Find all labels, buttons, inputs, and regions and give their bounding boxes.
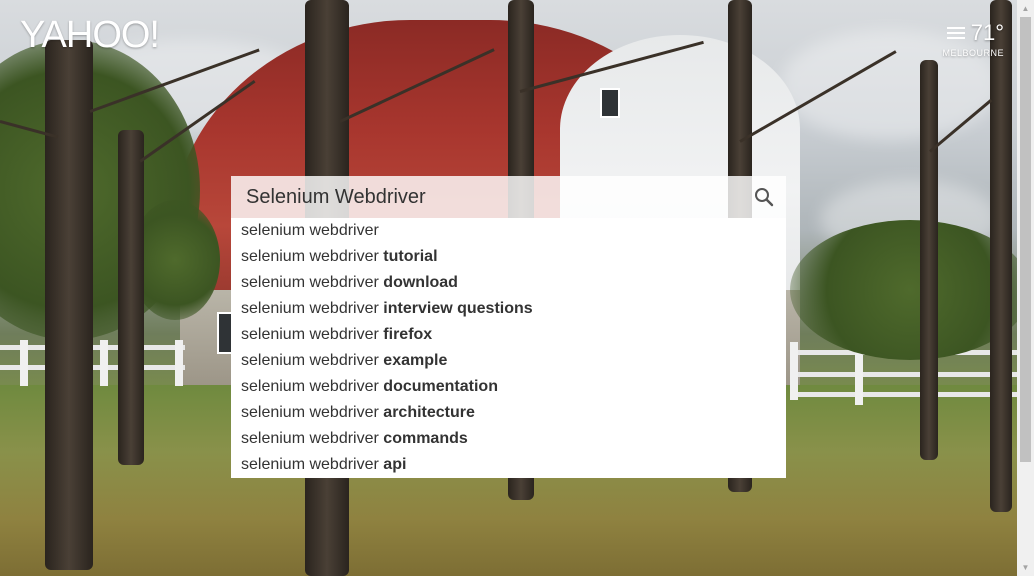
suggestion-completion: commands xyxy=(383,430,468,447)
weather-city: MELBOURNE xyxy=(942,48,1004,58)
weather-temperature: 71° xyxy=(970,20,1004,45)
suggestion-completion: firefox xyxy=(383,326,433,343)
suggestion-item[interactable]: selenium webdriver interview questions xyxy=(231,296,786,322)
search-input[interactable] xyxy=(231,176,741,218)
suggestion-item[interactable]: selenium webdriver download xyxy=(231,270,786,296)
suggestion-prefix: selenium webdriver xyxy=(241,326,379,343)
suggestion-completion: api xyxy=(383,456,407,473)
suggestion-item[interactable]: selenium webdriver api xyxy=(231,452,786,478)
suggestion-completion: download xyxy=(383,274,458,291)
scroll-down-arrow-icon[interactable]: ▼ xyxy=(1017,559,1034,576)
search-button[interactable] xyxy=(754,187,774,207)
suggestion-completion: documentation xyxy=(383,378,498,395)
suggestion-completion: example xyxy=(383,352,448,369)
suggestion-prefix: selenium webdriver xyxy=(241,222,379,239)
suggestion-prefix: selenium webdriver xyxy=(241,456,379,473)
yahoo-logo[interactable]: YAHOO! xyxy=(20,14,160,57)
scroll-up-arrow-icon[interactable]: ▲ xyxy=(1017,0,1034,17)
suggestion-prefix: selenium webdriver xyxy=(241,430,379,447)
weather-widget[interactable]: 71° MELBOURNE xyxy=(942,20,1004,58)
suggestion-prefix: selenium webdriver xyxy=(241,274,379,291)
suggestion-completion: tutorial xyxy=(383,248,438,265)
suggestion-item[interactable]: selenium webdriver xyxy=(231,218,786,244)
suggestion-item[interactable]: selenium webdriver example xyxy=(231,348,786,374)
suggestion-prefix: selenium webdriver xyxy=(241,300,379,317)
suggestion-prefix: selenium webdriver xyxy=(241,404,379,421)
suggestion-prefix: selenium webdriver xyxy=(241,248,379,265)
suggestion-item[interactable]: selenium webdriver tutorial xyxy=(231,244,786,270)
suggestion-prefix: selenium webdriver xyxy=(241,378,379,395)
fog-icon xyxy=(946,27,965,39)
scrollbar-thumb[interactable] xyxy=(1020,17,1031,462)
search-icon xyxy=(755,188,774,207)
suggestion-completion: architecture xyxy=(383,404,475,421)
suggestion-item[interactable]: selenium webdriver documentation xyxy=(231,374,786,400)
vertical-scrollbar[interactable]: ▲ ▼ xyxy=(1017,0,1034,576)
suggestion-completion: interview questions xyxy=(383,300,533,317)
search-box xyxy=(231,176,786,218)
suggestion-prefix: selenium webdriver xyxy=(241,352,379,369)
suggestion-item[interactable]: selenium webdriver commands xyxy=(231,426,786,452)
suggestion-item[interactable]: selenium webdriver architecture xyxy=(231,400,786,426)
search-suggestions-dropdown: selenium webdriver selenium webdriver tu… xyxy=(231,218,786,478)
suggestion-item[interactable]: selenium webdriver firefox xyxy=(231,322,786,348)
